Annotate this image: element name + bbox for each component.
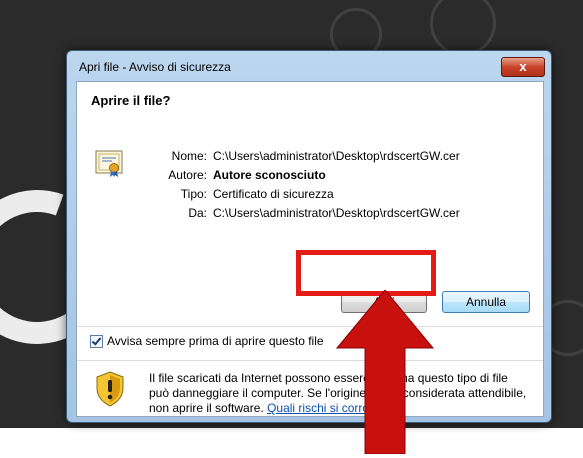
field-value: C:\Users\administrator\Desktop\rdscertGW… xyxy=(213,149,460,163)
security-warning-dialog: Apri file - Avviso di sicurezza x Aprire… xyxy=(66,50,552,423)
always-warn-checkbox[interactable] xyxy=(90,334,103,348)
divider xyxy=(77,326,543,327)
field-row-name: Nome: C:\Users\administrator\Desktop\rdsc… xyxy=(137,147,460,166)
field-row-author: Autore: Autore sconosciuto xyxy=(137,166,460,185)
field-label: Tipo: xyxy=(180,187,207,201)
dialog-title: Apri file - Avviso di sicurezza xyxy=(79,60,231,74)
desktop-decoration xyxy=(430,0,496,56)
field-value: C:\Users\administrator\Desktop\rdscertGW… xyxy=(213,206,460,220)
close-button[interactable]: x xyxy=(501,57,545,77)
field-label: Nome: xyxy=(171,149,207,163)
field-row-from: Da: C:\Users\administrator\Desktop\rdscer… xyxy=(137,204,460,223)
dialog-heading: Aprire il file? xyxy=(91,93,171,108)
pointer-arrow-icon xyxy=(335,289,435,458)
field-row-type: Tipo: Certificato di sicurezza xyxy=(137,185,460,204)
security-shield-icon xyxy=(95,371,125,411)
always-warn-option[interactable]: Avvisa sempre prima di aprire questo fil… xyxy=(90,334,324,348)
divider xyxy=(77,360,543,361)
dialog-content: Aprire il file? Nome: C:\Users\administra… xyxy=(76,81,544,417)
cancel-button[interactable]: Annulla xyxy=(442,291,530,313)
field-label: Autore: xyxy=(168,168,207,182)
warning-section: Il file scaricati da Internet possono es… xyxy=(77,369,543,416)
certificate-icon xyxy=(95,148,125,182)
always-warn-label: Avvisa sempre prima di aprire questo fil… xyxy=(107,334,324,348)
field-value: Autore sconosciuto xyxy=(213,168,326,182)
field-value: Certificato di sicurezza xyxy=(213,187,334,201)
title-bar[interactable]: Apri file - Avviso di sicurezza x xyxy=(67,51,551,81)
file-info: Nome: C:\Users\administrator\Desktop\rdsc… xyxy=(137,147,460,223)
field-label: Da: xyxy=(188,206,207,220)
